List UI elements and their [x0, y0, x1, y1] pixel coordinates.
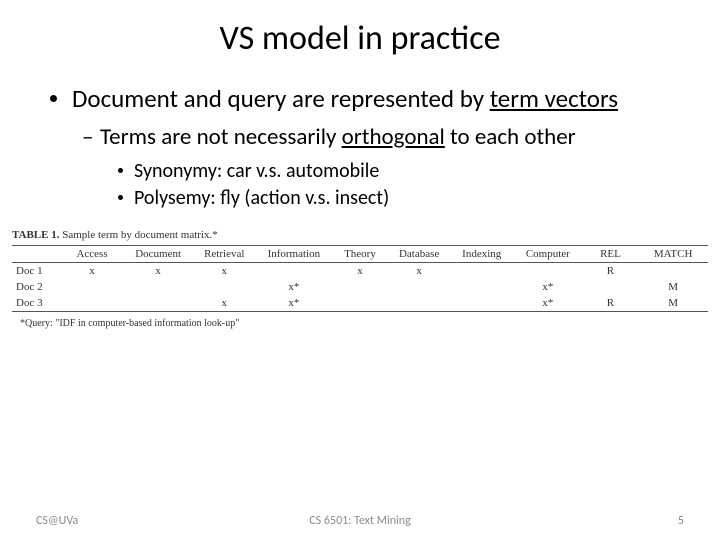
cell [61, 279, 124, 295]
cell: M [638, 295, 708, 312]
bullet-level2: – Terms are not necessarily orthogonal t… [82, 124, 690, 152]
cell: x* [256, 279, 333, 295]
cell [256, 263, 333, 280]
table-header-row: Access Document Retrieval Information Th… [12, 246, 708, 263]
table-footnote: *Query: "IDF in computer-based informati… [12, 318, 708, 329]
table-caption-label: TABLE 1. [12, 229, 59, 241]
cell: x [123, 263, 193, 280]
table-row: Doc 3 x x* x* R M [12, 295, 708, 312]
bullet-underlined: term vectors [490, 83, 618, 114]
table-caption-text: Sample term by document matrix.* [62, 229, 218, 241]
cell: R [583, 263, 639, 280]
bullet-underlined: orthogonal [342, 123, 445, 151]
footnote-text: *Query: "IDF in computer-based informati… [20, 318, 239, 329]
doc-matrix-table: Access Document Retrieval Information Th… [12, 245, 708, 312]
bullet-text: Synonymy: car v.s. automobile [134, 159, 379, 183]
table-row: Doc 1 x x x x x R [12, 263, 708, 280]
cell [332, 295, 388, 312]
row-label: Doc 2 [12, 279, 61, 295]
cell [61, 295, 124, 312]
col-header: Computer [513, 246, 583, 263]
cell [450, 263, 513, 280]
footer-page-number: 5 [678, 514, 684, 528]
bullet-level1: Document and query are represented by te… [50, 85, 690, 114]
row-label: Doc 3 [12, 295, 61, 312]
col-header: Database [388, 246, 451, 263]
col-header: REL [583, 246, 639, 263]
col-header: Information [256, 246, 333, 263]
cell: x* [513, 279, 583, 295]
cell [123, 279, 193, 295]
col-header: MATCH [638, 246, 708, 263]
bullet-level3: Synonymy: car v.s. automobile [118, 159, 690, 184]
table-caption: TABLE 1. Sample term by document matrix.… [12, 229, 708, 241]
slide-footer: CS@UVa CS 6501: Text Mining 5 [0, 514, 720, 528]
cell: x [332, 263, 388, 280]
cell [450, 279, 513, 295]
cell [513, 263, 583, 280]
cell [583, 279, 639, 295]
col-header: Retrieval [193, 246, 256, 263]
col-header: Indexing [450, 246, 513, 263]
cell: x [193, 263, 256, 280]
cell: M [638, 279, 708, 295]
cell [388, 295, 451, 312]
cell [332, 279, 388, 295]
footer-center: CS 6501: Text Mining [0, 514, 720, 528]
bullet-text: to each other [445, 123, 576, 151]
bullet-text: Terms are not necessarily [100, 123, 342, 151]
cell: x* [513, 295, 583, 312]
cell: x* [256, 295, 333, 312]
slide: VS model in practice Document and query … [0, 0, 720, 540]
cell [123, 295, 193, 312]
cell [193, 279, 256, 295]
col-header: Access [61, 246, 124, 263]
bullet-dot-icon [118, 168, 123, 173]
cell: R [583, 295, 639, 312]
bullet-list: Document and query are represented by te… [0, 85, 720, 211]
bullet-dot-icon [50, 95, 57, 102]
dash-icon: – [82, 124, 93, 152]
cell [388, 279, 451, 295]
cell: x [61, 263, 124, 280]
col-header: Document [123, 246, 193, 263]
cell: x [193, 295, 256, 312]
cell: x [388, 263, 451, 280]
row-label: Doc 1 [12, 263, 61, 280]
table-row: Doc 2 x* x* M [12, 279, 708, 295]
bullet-dot-icon [118, 195, 123, 200]
bullet-text: Polysemy: fly (action v.s. insect) [134, 186, 389, 210]
cell [450, 295, 513, 312]
bullet-text: Document and query are represented by [72, 83, 490, 114]
cell [638, 263, 708, 280]
col-header [12, 246, 61, 263]
slide-title: VS model in practice [0, 18, 720, 59]
bullet-level3: Polysemy: fly (action v.s. insect) [118, 186, 690, 211]
example-table: TABLE 1. Sample term by document matrix.… [0, 229, 720, 329]
col-header: Theory [332, 246, 388, 263]
